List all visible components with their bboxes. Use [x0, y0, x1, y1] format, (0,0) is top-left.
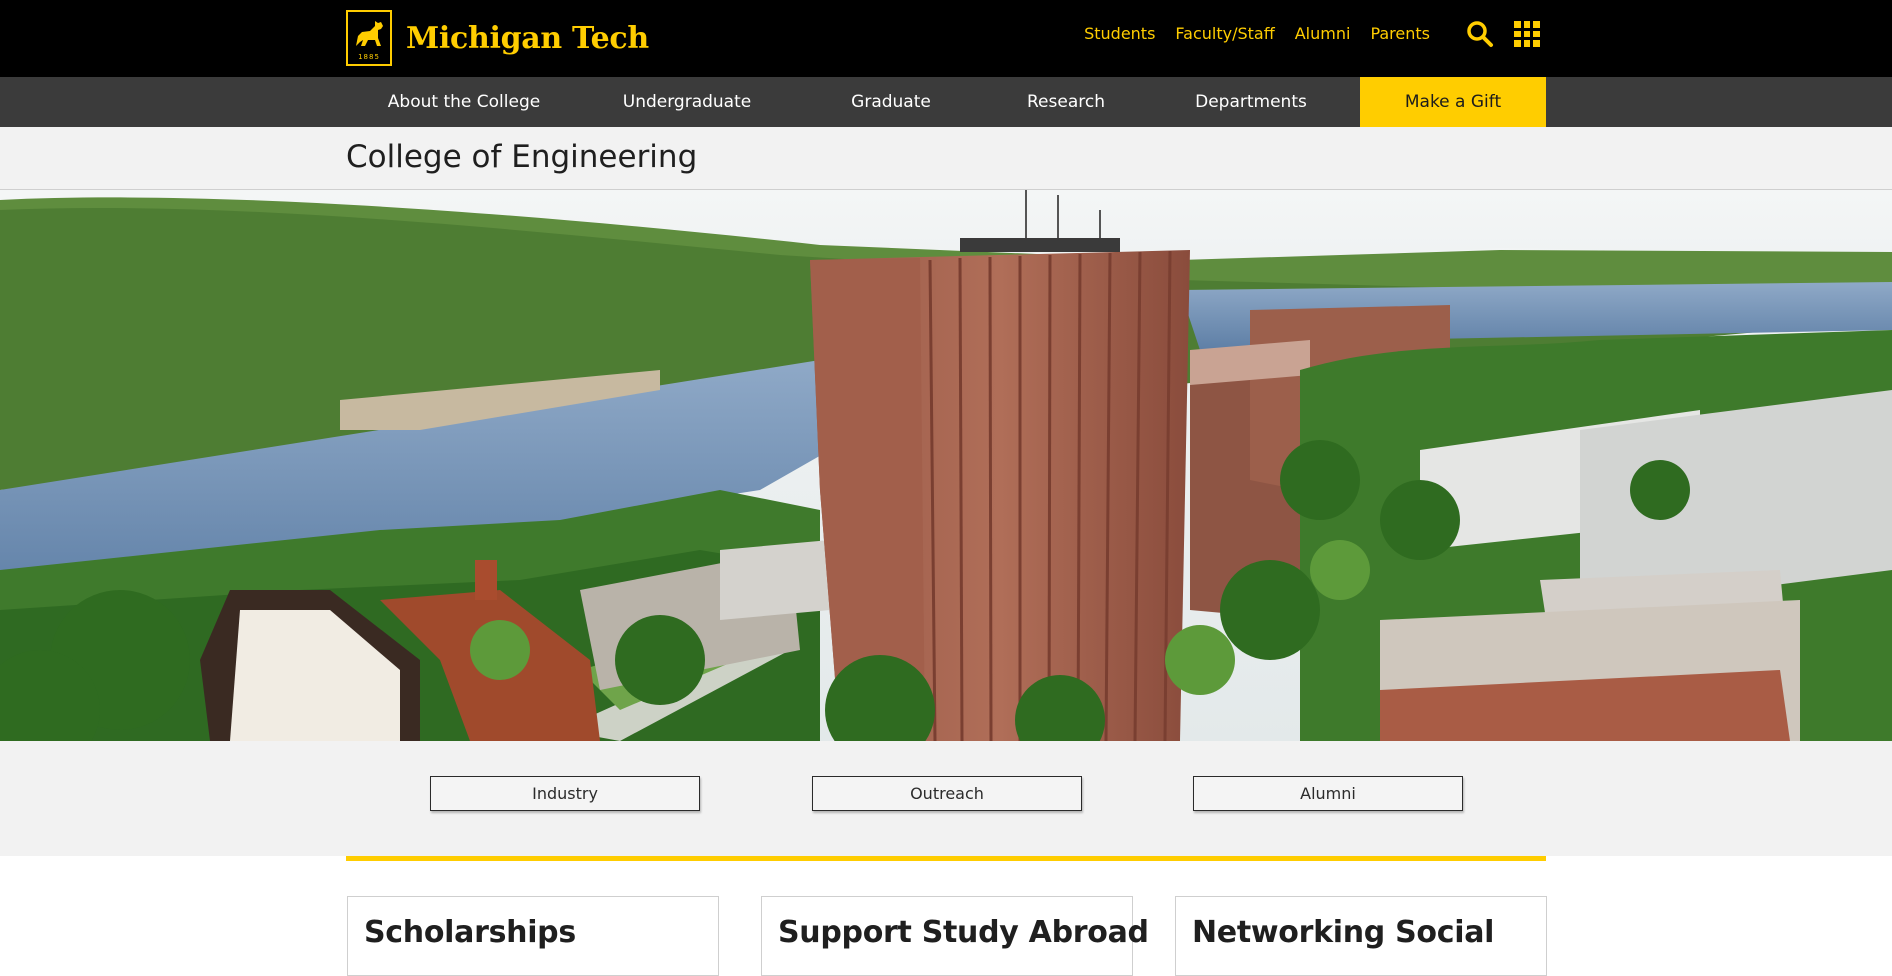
- card-title: Networking Social: [1192, 915, 1495, 950]
- audience-links: Students Faculty/Staff Alumni Parents: [1084, 24, 1430, 43]
- card-networking-social[interactable]: Networking Social: [1175, 896, 1547, 976]
- audience-link-faculty-staff[interactable]: Faculty/Staff: [1175, 24, 1274, 43]
- logo-year: 1885: [358, 53, 380, 61]
- audience-link-students[interactable]: Students: [1084, 24, 1155, 43]
- husky-emblem-icon: 1885: [346, 10, 392, 66]
- nav-departments[interactable]: Departments: [1142, 77, 1360, 127]
- section-divider: [346, 856, 1546, 861]
- card-scholarships[interactable]: Scholarships: [347, 896, 719, 976]
- make-a-gift-button[interactable]: Make a Gift: [1360, 77, 1546, 127]
- page-title: College of Engineering: [346, 139, 698, 175]
- card-title: Scholarships: [364, 915, 576, 950]
- top-header: 1885 Michigan Tech Students Faculty/Staf…: [0, 0, 1892, 77]
- audience-link-parents[interactable]: Parents: [1370, 24, 1430, 43]
- audience-link-alumni[interactable]: Alumni: [1295, 24, 1351, 43]
- hero-campus-image: [0, 190, 1892, 741]
- nav-graduate[interactable]: Graduate: [792, 77, 990, 127]
- card-support-study-abroad[interactable]: Support Study Abroad: [761, 896, 1149, 976]
- industry-button[interactable]: Industry: [430, 776, 700, 811]
- brand-name: Michigan Tech: [406, 20, 649, 56]
- page-title-band: College of Engineering: [0, 127, 1892, 190]
- michigan-tech-logo[interactable]: 1885 Michigan Tech: [346, 10, 649, 66]
- quick-links-band: Industry Outreach Alumni: [0, 741, 1892, 856]
- nav-undergraduate[interactable]: Undergraduate: [582, 77, 792, 127]
- main-navigation: About the College Undergraduate Graduate…: [0, 77, 1892, 127]
- card-title: Support Study Abroad: [778, 915, 1149, 950]
- search-icon[interactable]: [1466, 20, 1494, 48]
- grid-menu-icon[interactable]: [1514, 21, 1540, 47]
- alumni-button[interactable]: Alumni: [1193, 776, 1463, 811]
- nav-research[interactable]: Research: [990, 77, 1142, 127]
- nav-about-the-college[interactable]: About the College: [346, 77, 582, 127]
- outreach-button[interactable]: Outreach: [812, 776, 1082, 811]
